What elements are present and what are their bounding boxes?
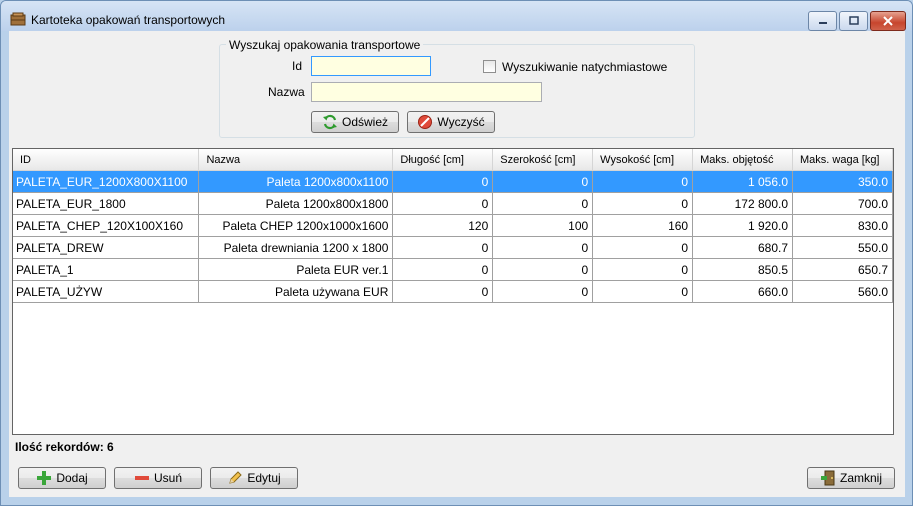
table-header-row: ID Nazwa Długość [cm] Szerokość [cm] Wys… [13, 149, 893, 171]
column-header-max-weight[interactable]: Maks. waga [kg] [792, 149, 893, 171]
table-row[interactable]: PALETA_EUR_1200X800X1100 Paleta 1200x800… [13, 170, 893, 193]
name-label: Nazwa [268, 85, 305, 99]
table-row[interactable]: PALETA_1 Paleta EUR ver.1 0 0 0 850.5 65… [13, 258, 893, 281]
window-title: Kartoteka opakowań transportowych [31, 13, 226, 27]
packaging-table: ID Nazwa Długość [cm] Szerokość [cm] Wys… [13, 149, 893, 303]
cell-max-volume[interactable]: 850.5 [692, 258, 794, 281]
id-input[interactable] [311, 56, 431, 76]
cell-width[interactable]: 0 [492, 236, 594, 259]
cell-width[interactable]: 100 [492, 214, 594, 237]
exit-door-icon [820, 470, 835, 486]
name-input[interactable] [311, 82, 542, 102]
client-area: Wyszukaj opakowania transportowe Id Wysz… [9, 31, 905, 497]
cell-max-volume[interactable]: 172 800.0 [692, 192, 794, 215]
cell-length[interactable]: 0 [392, 170, 494, 193]
column-header-width[interactable]: Szerokość [cm] [492, 149, 594, 171]
cell-max-volume[interactable]: 1 920.0 [692, 214, 794, 237]
app-icon [10, 12, 26, 26]
table-row[interactable]: PALETA_EUR_1800 Paleta 1200x800x1800 0 0… [13, 192, 893, 215]
record-count: Ilość rekordów: 6 [15, 440, 114, 454]
cell-width[interactable]: 0 [492, 192, 594, 215]
cell-height[interactable]: 0 [592, 192, 694, 215]
cell-length[interactable]: 0 [392, 280, 494, 303]
cell-id[interactable]: PALETA_EUR_1200X800X1100 [13, 170, 200, 193]
close-button[interactable]: Zamknij [807, 467, 895, 489]
cell-height[interactable]: 160 [592, 214, 694, 237]
cell-max-weight[interactable]: 350.0 [792, 170, 893, 193]
close-window-button[interactable] [870, 11, 906, 31]
cell-length[interactable]: 120 [392, 214, 494, 237]
maximize-button[interactable] [839, 11, 868, 31]
add-button[interactable]: Dodaj [18, 467, 106, 489]
table-row[interactable]: PALETA_CHEP_120X100X160 Paleta CHEP 1200… [13, 214, 893, 237]
cell-length[interactable]: 0 [392, 236, 494, 259]
column-header-id[interactable]: ID [13, 149, 200, 171]
minimize-button[interactable] [808, 11, 837, 31]
cell-height[interactable]: 0 [592, 170, 694, 193]
cell-height[interactable]: 0 [592, 236, 694, 259]
cell-max-weight[interactable]: 650.7 [792, 258, 893, 281]
instant-search-checkbox[interactable] [483, 60, 496, 73]
refresh-button[interactable]: Odśwież [311, 111, 399, 133]
cell-max-volume[interactable]: 1 056.0 [692, 170, 794, 193]
cell-name[interactable]: Paleta 1200x800x1100 [198, 170, 394, 193]
edit-button[interactable]: Edytuj [210, 467, 298, 489]
instant-search-label: Wyszukiwanie natychmiastowe [502, 60, 668, 74]
cell-max-weight[interactable]: 560.0 [792, 280, 893, 303]
cell-width[interactable]: 0 [492, 170, 594, 193]
refresh-icon [322, 114, 337, 130]
refresh-label: Odśwież [341, 115, 388, 129]
cell-max-weight[interactable]: 550.0 [792, 236, 893, 259]
title-bar[interactable]: Kartoteka opakowań transportowych [1, 1, 912, 31]
close-icon [883, 16, 893, 26]
cell-name[interactable]: Paleta drewniania 1200 x 1800 [198, 236, 394, 259]
cell-length[interactable]: 0 [392, 258, 494, 281]
id-label: Id [292, 59, 303, 73]
cell-id[interactable]: PALETA_EUR_1800 [13, 192, 200, 215]
add-label: Dodaj [56, 471, 88, 485]
packaging-grid[interactable]: ID Nazwa Długość [cm] Szerokość [cm] Wys… [12, 148, 894, 435]
minus-icon [134, 476, 149, 480]
cell-max-weight[interactable]: 700.0 [792, 192, 893, 215]
cell-width[interactable]: 0 [492, 280, 594, 303]
minimize-icon [818, 22, 827, 24]
clear-label: Wyczyść [437, 115, 485, 129]
cell-max-weight[interactable]: 830.0 [792, 214, 893, 237]
pencil-icon [229, 471, 243, 484]
column-header-name[interactable]: Nazwa [198, 149, 394, 171]
cell-name[interactable]: Paleta 1200x800x1800 [198, 192, 394, 215]
clear-button[interactable]: Wyczyść [407, 111, 495, 133]
cell-id[interactable]: PALETA_DREW [13, 236, 200, 259]
cell-width[interactable]: 0 [492, 258, 594, 281]
clear-icon [418, 115, 433, 129]
close-label: Zamknij [839, 471, 882, 485]
cell-name[interactable]: Paleta używana EUR [198, 280, 394, 303]
cell-max-volume[interactable]: 660.0 [692, 280, 794, 303]
column-header-height[interactable]: Wysokość [cm] [592, 149, 694, 171]
cell-max-volume[interactable]: 680.7 [692, 236, 794, 259]
delete-label: Usuń [153, 471, 182, 485]
cell-name[interactable]: Paleta CHEP 1200x1000x1600 [198, 214, 394, 237]
table-row[interactable]: PALETA_DREW Paleta drewniania 1200 x 180… [13, 236, 893, 259]
cell-id[interactable]: PALETA_UŻYW [13, 280, 200, 303]
cell-length[interactable]: 0 [392, 192, 494, 215]
cell-id[interactable]: PALETA_1 [13, 258, 200, 281]
app-window: Kartoteka opakowań transportowych Wyszuk… [0, 0, 913, 506]
cell-height[interactable]: 0 [592, 280, 694, 303]
cell-id[interactable]: PALETA_CHEP_120X100X160 [13, 214, 200, 237]
edit-label: Edytuj [247, 471, 281, 485]
column-header-length[interactable]: Długość [cm] [392, 149, 494, 171]
plus-icon [37, 471, 52, 485]
column-header-max-volume[interactable]: Maks. objętość [692, 149, 794, 171]
cell-height[interactable]: 0 [592, 258, 694, 281]
cell-name[interactable]: Paleta EUR ver.1 [198, 258, 394, 281]
search-group-title: Wyszukaj opakowania transportowe [226, 38, 424, 52]
maximize-icon [848, 16, 859, 25]
table-row[interactable]: PALETA_UŻYW Paleta używana EUR 0 0 0 660… [13, 280, 893, 303]
delete-button[interactable]: Usuń [114, 467, 202, 489]
